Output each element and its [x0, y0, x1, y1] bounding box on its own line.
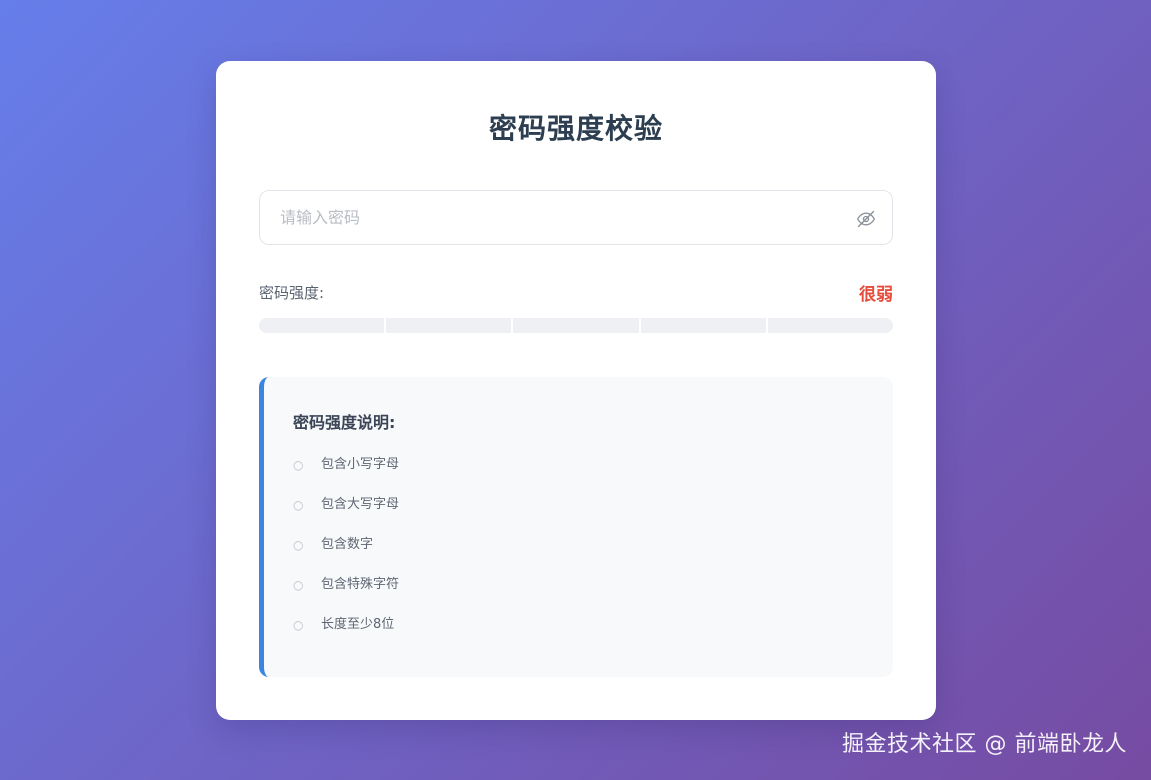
requirements-panel: 密码强度说明: ○ 包含小写字母 ○ 包含大写字母 ○ 包含数字 ○ 包含特殊字…: [259, 377, 893, 677]
list-item: ○ 包含数字: [293, 536, 399, 576]
circle-outline-icon: ○: [293, 538, 304, 552]
list-item: ○ 长度至少8位: [293, 616, 399, 656]
requirement-text: 包含数字: [321, 537, 374, 552]
strength-segment: [259, 318, 385, 333]
strength-meter: [259, 318, 893, 333]
password-field-wrapper: [259, 190, 893, 245]
page-title: 密码强度校验: [488, 112, 663, 145]
strength-segment: [513, 318, 639, 333]
requirement-text: 包含大写字母: [321, 497, 400, 512]
strength-segment: [386, 318, 512, 333]
requirement-text: 包含特殊字符: [321, 577, 400, 592]
requirements-list: ○ 包含小写字母 ○ 包含大写字母 ○ 包含数字 ○ 包含特殊字符 ○ 长度至少…: [293, 456, 399, 656]
requirements-title: 密码强度说明:: [293, 413, 396, 432]
list-item: ○ 包含特殊字符: [293, 576, 399, 616]
password-input[interactable]: [260, 191, 892, 244]
circle-outline-icon: ○: [293, 578, 304, 592]
circle-outline-icon: ○: [293, 498, 304, 512]
list-item: ○ 包含小写字母: [293, 456, 399, 496]
list-item: ○ 包含大写字母: [293, 496, 399, 536]
requirement-text: 包含小写字母: [321, 457, 400, 472]
requirement-text: 长度至少8位: [321, 617, 395, 632]
circle-outline-icon: ○: [293, 618, 304, 632]
strength-segment: [640, 318, 766, 333]
circle-outline-icon: ○: [293, 458, 304, 472]
strength-level: 很弱: [859, 285, 893, 305]
eye-slash-icon[interactable]: [856, 209, 876, 229]
strength-segment: [767, 318, 893, 333]
watermark: 掘金技术社区 @ 前端卧龙人: [842, 732, 1127, 757]
strength-label: 密码强度:: [259, 284, 325, 302]
password-card: 密码强度校验 密码强度: 很弱 密码强度说明: ○ 包含小写字母 ○ 包含大写字…: [216, 61, 936, 720]
